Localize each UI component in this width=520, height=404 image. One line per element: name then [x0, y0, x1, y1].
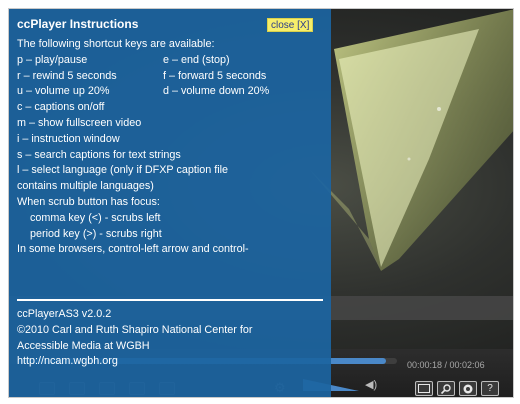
search-icon[interactable]	[437, 381, 455, 396]
shortcut-row: r – rewind 5 seconds f – forward 5 secon…	[17, 69, 327, 85]
shortcut-volume-up: u – volume up 20%	[17, 85, 110, 98]
shortcut-language: l – select language (only if DFXP captio…	[17, 164, 229, 177]
version-text: ccPlayerAS3 v2.0.2	[17, 308, 112, 320]
panel-title: ccPlayer Instructions	[17, 17, 139, 31]
captions-icon[interactable]	[415, 381, 433, 396]
scrub-focus-heading: When scrub button has focus:	[17, 195, 160, 208]
instructions-panel: ccPlayer Instructions close [X] The foll…	[9, 9, 331, 397]
shortcut-row: p – play/pause e – end (stop)	[17, 53, 327, 69]
scrub-right-text: period key (>) - scrubs right	[30, 227, 162, 240]
shortcut-forward: f – forward 5 seconds	[163, 69, 267, 82]
shortcut-row: u – volume up 20% d – volume down 20%	[17, 84, 327, 100]
shortcut-fullscreen: m – show fullscreen video	[17, 116, 142, 129]
intro-text: The following shortcut keys are availabl…	[17, 38, 215, 50]
shortcut-list: The following shortcut keys are availabl…	[17, 37, 327, 258]
divider	[17, 299, 323, 301]
language-icon[interactable]	[459, 381, 477, 396]
shortcut-end: e – end (stop)	[163, 53, 230, 66]
time-display: 00:00:18 / 00:02:06	[407, 360, 485, 370]
shortcut-captions: c – captions on/off	[17, 101, 105, 114]
video-player: 00:00:18 / 00:02:06 ⚙ ◀) ? ccPlayer Inst…	[8, 8, 514, 398]
shortcut-volume-down: d – volume down 20%	[163, 85, 270, 98]
copyright-text: ©2010 Carl and Ruth Shapiro National Cen…	[17, 323, 253, 336]
shortcut-instructions: i – instruction window	[17, 132, 120, 145]
browser-note-text: In some browsers, control-left arrow and…	[17, 243, 249, 256]
shortcut-play: p – play/pause	[17, 53, 88, 66]
shortcut-search: s – search captions for text strings	[17, 148, 181, 161]
about-info: ccPlayerAS3 v2.0.2 ©2010 Carl and Ruth S…	[17, 307, 327, 370]
help-icon[interactable]: ?	[481, 381, 499, 396]
shortcut-language-cont: contains multiple languages)	[17, 180, 154, 193]
speaker-icon[interactable]: ◀)	[365, 379, 377, 391]
close-button[interactable]: close [X]	[267, 18, 314, 32]
shortcut-rewind: r – rewind 5 seconds	[17, 69, 117, 82]
website-link[interactable]: http://ncam.wgbh.org	[17, 354, 327, 370]
scrub-left-text: comma key (<) - scrubs left	[30, 211, 161, 224]
copyright-text-cont: Accessible Media at WGBH	[17, 339, 150, 352]
